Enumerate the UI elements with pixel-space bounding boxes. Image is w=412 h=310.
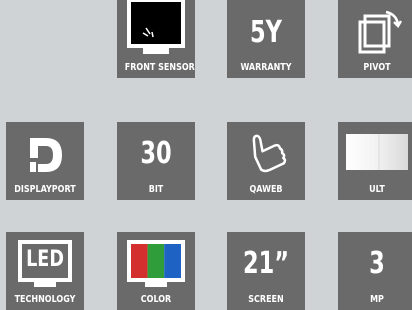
screen-value: 21” [242, 246, 290, 281]
mp-value: 3 [369, 246, 385, 281]
screen-caption: SCREEN [248, 294, 284, 305]
color-stripe-0 [131, 244, 148, 278]
warranty-caption: WARRANTY [240, 62, 292, 73]
qaweb-tile: QAWEB [227, 122, 305, 200]
mp-caption: MP [370, 294, 384, 305]
led-technology-caption: TECHNOLOGY [14, 294, 76, 305]
ult-tile: ULT [338, 122, 412, 200]
color-stripe-1 [147, 244, 165, 278]
front-sensor-caption: FRONT SENSOR [124, 62, 195, 73]
mp-tile: 3 MP [338, 232, 412, 310]
led-icon-text: LED [26, 247, 64, 272]
displayport-tile: DISPLAYPORT [6, 122, 84, 200]
color-tile: COLOR [117, 232, 195, 310]
front-sensor-tile: FRONT SENSOR [117, 0, 195, 78]
warranty-value: 5Y [250, 15, 282, 50]
pivot-tile: PIVOT [338, 0, 412, 78]
color-stripe-2 [164, 244, 181, 278]
bit-value: 30 [140, 136, 172, 171]
bit-caption: BIT [148, 184, 164, 195]
displayport-caption: DISPLAYPORT [14, 184, 76, 195]
ult-caption: ULT [369, 184, 385, 195]
warranty-tile: 5Y WARRANTY [227, 0, 305, 78]
screen-tile: 21” SCREEN [227, 232, 305, 310]
bit-tile: 30 BIT [117, 122, 195, 200]
qaweb-caption: QAWEB [249, 184, 283, 195]
color-caption: COLOR [140, 294, 172, 305]
pivot-caption: PIVOT [363, 62, 391, 73]
led-technology-tile: LED TECHNOLOGY [6, 232, 84, 310]
